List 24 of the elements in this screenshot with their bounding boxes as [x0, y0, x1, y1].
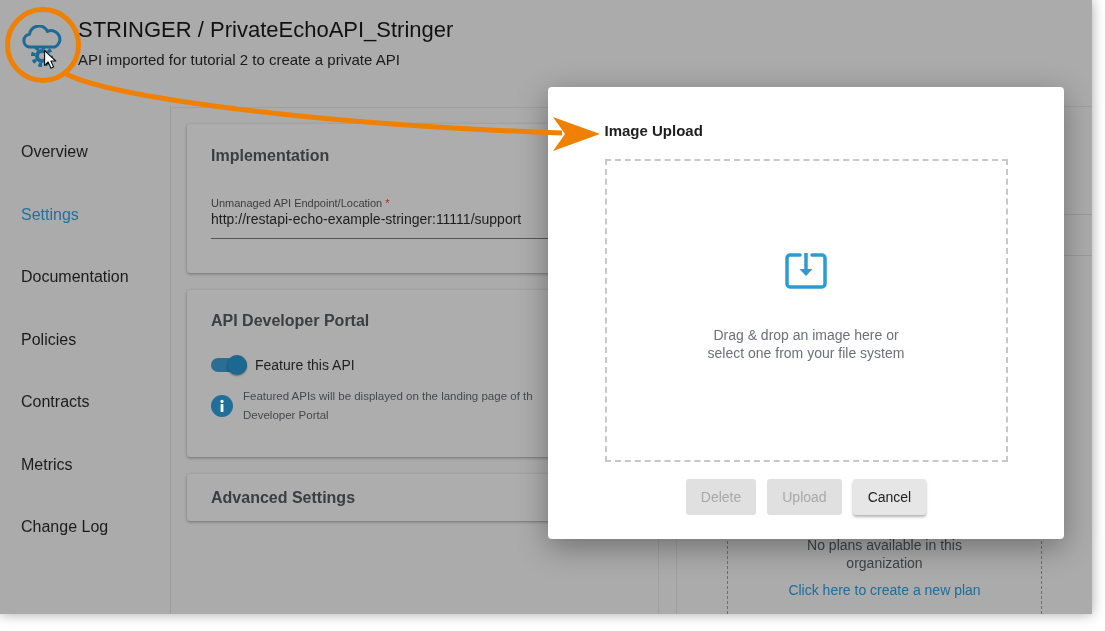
toggle-label: Feature this API	[255, 356, 355, 374]
toggle-switch[interactable]	[211, 355, 247, 375]
cursor-icon	[44, 50, 57, 69]
card-title: API Developer Portal	[211, 311, 370, 331]
arrow-into-box-icon	[783, 252, 829, 290]
page-title: STRINGER / PrivateEchoAPI_Stringer	[78, 17, 454, 43]
dialog-title: Image Upload	[604, 122, 703, 140]
sidebar-item[interactable]: Metrics	[21, 433, 73, 496]
empty-plans-message: No plans available in this organization	[806, 536, 963, 572]
sidebar-item[interactable]: Documentation	[21, 246, 129, 309]
sidebar-item[interactable]: Contracts	[21, 371, 90, 434]
card-title: Implementation	[211, 146, 330, 166]
sidebar-item[interactable]: Overview	[21, 121, 88, 184]
info-text: Featured APIs will be displayed on the landing page of th Developer Portal	[243, 389, 533, 423]
sidebar-item[interactable]: Change Log	[21, 496, 109, 559]
sidebar-item[interactable]: Policies	[21, 308, 77, 371]
page-subtitle: API imported for tutorial 2 to create a private API	[78, 50, 400, 70]
card-title[interactable]: Advanced Settings	[211, 487, 356, 508]
drop-zone-hint: Drag & drop an image here or select one from your file system	[706, 326, 906, 362]
drop-zone[interactable]: Drag & drop an image here or select one from your file system	[604, 159, 1008, 462]
cloud-gear-icon	[20, 25, 64, 67]
dialog-button[interactable]: Cancel	[852, 479, 927, 515]
info-icon	[211, 395, 233, 417]
field-label: Unmanaged API Endpoint/Location *	[211, 196, 390, 210]
